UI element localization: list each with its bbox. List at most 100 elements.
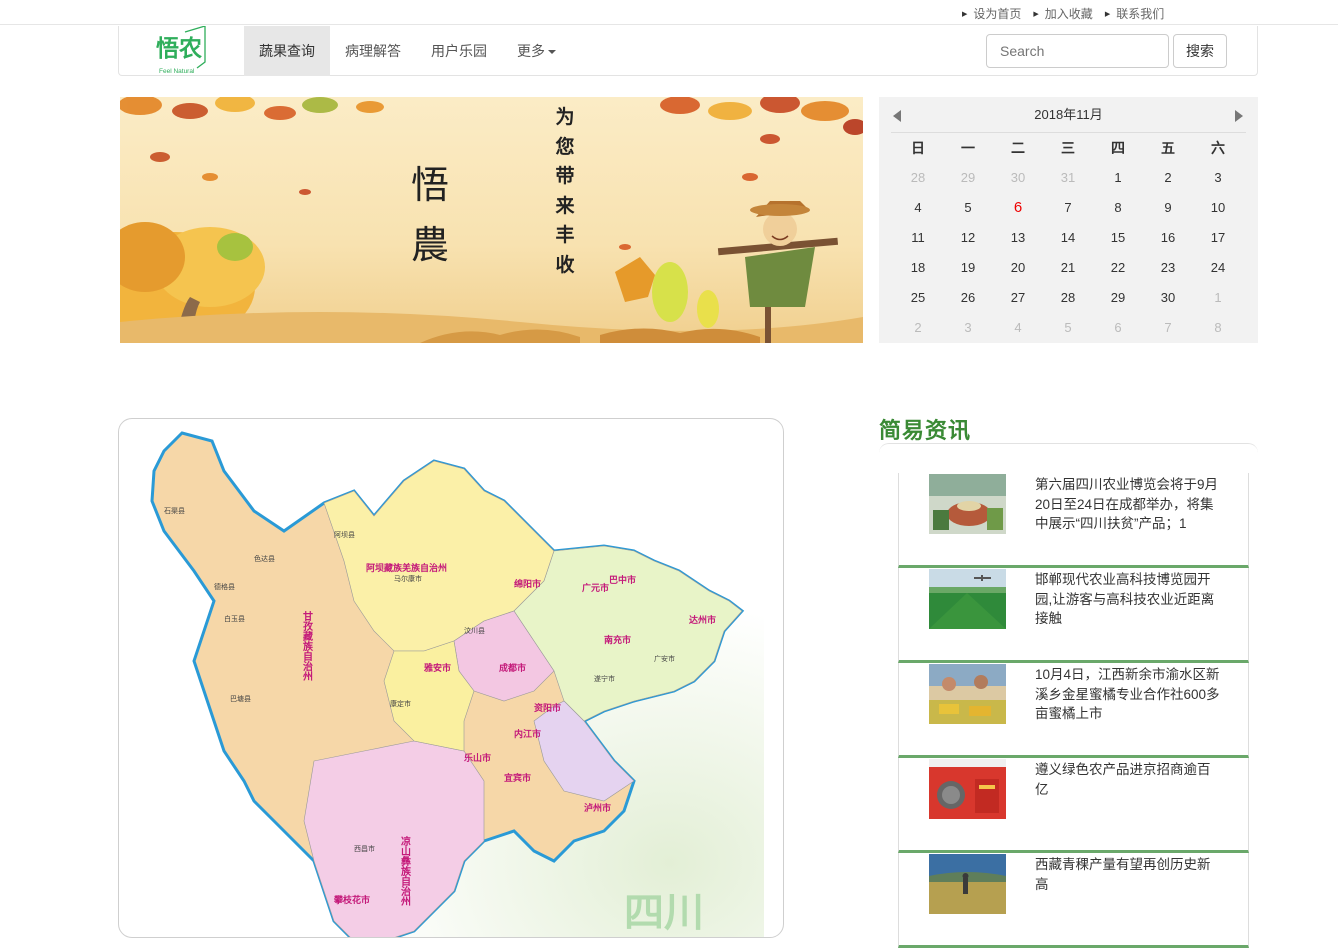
calendar-day[interactable]: 5: [1043, 313, 1093, 343]
caret-down-icon: [548, 50, 556, 55]
calendar-day[interactable]: 27: [993, 283, 1043, 313]
calendar-day[interactable]: 24: [1193, 253, 1243, 283]
news-thumbnail[interactable]: [929, 664, 1006, 724]
news-list: 第六届四川农业博览会将于9月20日至24日在成都举办，将集中展示“四川扶贫”产品…: [898, 473, 1249, 948]
svg-text:悟农: 悟农: [156, 35, 202, 62]
calendar-day[interactable]: 12: [943, 223, 993, 253]
calendar-day[interactable]: 22: [1093, 253, 1143, 283]
calendar-day[interactable]: 29: [1093, 283, 1143, 313]
search-input[interactable]: [986, 34, 1169, 68]
triangle-icon: ▶: [962, 11, 968, 18]
calendar-day[interactable]: 13: [993, 223, 1043, 253]
svg-text:康定市: 康定市: [390, 699, 411, 708]
svg-text:石渠县: 石渠县: [164, 506, 185, 515]
main-nav: 蔬果查询 病理解答 用户乐园 更多: [244, 26, 571, 76]
svg-text:德格县: 德格县: [214, 582, 235, 591]
calendar-day[interactable]: 28: [893, 163, 943, 193]
calendar-day[interactable]: 5: [943, 193, 993, 223]
svg-text:Feel Natural: Feel Natural: [159, 68, 195, 75]
calendar-day[interactable]: 10: [1193, 193, 1243, 223]
svg-text:阿坝藏族羌族自治州: 阿坝藏族羌族自治州: [366, 562, 447, 574]
news-headline[interactable]: 邯郸现代农业高科技博览园开园,让游客与高科技农业近距离接触: [1035, 570, 1221, 629]
logo-graphic: 悟农 Feel Natural: [156, 25, 206, 75]
news-thumbnail[interactable]: [929, 854, 1006, 914]
news-thumbnail[interactable]: [929, 474, 1006, 534]
calendar-day[interactable]: 7: [1043, 193, 1093, 223]
news-item[interactable]: 邯郸现代农业高科技博览园开园,让游客与高科技农业近距离接触: [898, 568, 1249, 663]
search-button[interactable]: 搜索: [1173, 34, 1227, 68]
svg-text:攀枝花市: 攀枝花市: [333, 894, 370, 906]
calendar-day[interactable]: 23: [1143, 253, 1193, 283]
calendar-day[interactable]: 31: [1043, 163, 1093, 193]
news-item[interactable]: 遵义绿色农产品进京招商逾百亿: [898, 758, 1249, 853]
news-headline[interactable]: 遵义绿色农产品进京招商逾百亿: [1035, 760, 1221, 799]
nav-item-pathology-answers[interactable]: 病理解答: [330, 26, 416, 76]
calendar-day[interactable]: 30: [993, 163, 1043, 193]
calendar-widget: 2018年11月 日一二三四五六 28 29 30 31 1 2 3 4 5 6 7 8 9 10 11 12 1…: [879, 97, 1258, 343]
svg-text:宜宾市: 宜宾市: [504, 772, 531, 784]
calendar-day[interactable]: 17: [1193, 223, 1243, 253]
set-homepage-link[interactable]: ▶ 设为首页: [962, 5, 1021, 22]
calendar-day[interactable]: 26: [943, 283, 993, 313]
calendar-day[interactable]: 4: [893, 193, 943, 223]
svg-text:马尔康市: 马尔康市: [394, 574, 422, 583]
calendar-day[interactable]: 28: [1043, 283, 1093, 313]
svg-text:阿坝县: 阿坝县: [334, 530, 355, 539]
next-month-arrow-icon[interactable]: [1235, 110, 1243, 122]
calendar-day[interactable]: 25: [893, 283, 943, 313]
news-headline[interactable]: 10月4日，江西新余市渝水区新溪乡金星蜜橘专业合作社600多亩蜜橘上市: [1035, 665, 1221, 724]
svg-text:南充市: 南充市: [604, 634, 631, 646]
calendar-day[interactable]: 3: [1193, 163, 1243, 193]
svg-text:广元市: 广元市: [582, 582, 609, 594]
calendar-day[interactable]: 11: [893, 223, 943, 253]
calendar-day[interactable]: 1: [1093, 163, 1143, 193]
contact-us-link[interactable]: ▶ 联系我们: [1105, 5, 1164, 22]
news-headline[interactable]: 第六届四川农业博览会将于9月20日至24日在成都举办，将集中展示“四川扶贫”产品…: [1035, 475, 1221, 534]
svg-text:绵阳市: 绵阳市: [514, 578, 541, 590]
svg-text:遂宁市: 遂宁市: [594, 674, 615, 683]
top-links: ▶ 设为首页 ▶ 加入收藏 ▶ 联系我们: [962, 5, 1164, 22]
calendar-day-today[interactable]: 6: [993, 193, 1043, 223]
site-logo[interactable]: 悟农 Feel Natural: [153, 25, 213, 76]
news-item[interactable]: 10月4日，江西新余市渝水区新溪乡金星蜜橘专业合作社600多亩蜜橘上市: [898, 663, 1249, 758]
news-thumbnail[interactable]: [929, 759, 1006, 819]
calendar-day[interactable]: 21: [1043, 253, 1093, 283]
news-item[interactable]: 西藏青稞产量有望再创历史新高: [898, 853, 1249, 948]
news-thumbnail[interactable]: [929, 569, 1006, 629]
svg-text:巴塘县: 巴塘县: [230, 694, 251, 703]
calendar-day[interactable]: 20: [993, 253, 1043, 283]
svg-text:达州市: 达州市: [689, 614, 716, 626]
calendar-day[interactable]: 30: [1143, 283, 1193, 313]
nav-item-user-park[interactable]: 用户乐园: [416, 26, 502, 76]
calendar-day[interactable]: 29: [943, 163, 993, 193]
calendar-day[interactable]: 15: [1093, 223, 1143, 253]
news-item[interactable]: 第六届四川农业博览会将于9月20日至24日在成都举办，将集中展示“四川扶贫”产品…: [898, 473, 1249, 568]
nav-item-more-dropdown[interactable]: 更多: [502, 26, 571, 76]
calendar-day[interactable]: 2: [893, 313, 943, 343]
calendar-day[interactable]: 7: [1143, 313, 1193, 343]
calendar-day[interactable]: 8: [1193, 313, 1243, 343]
news-headline[interactable]: 西藏青稞产量有望再创历史新高: [1035, 855, 1221, 894]
prev-month-arrow-icon[interactable]: [893, 110, 901, 122]
svg-text:色达县: 色达县: [254, 554, 275, 563]
banner-vertical-slogan: 为您带来丰收: [555, 106, 575, 276]
nav-item-produce-query[interactable]: 蔬果查询: [244, 26, 330, 76]
calendar-day[interactable]: 6: [1093, 313, 1143, 343]
calendar-day[interactable]: 16: [1143, 223, 1193, 253]
calendar-day[interactable]: 1: [1193, 283, 1243, 313]
calendar-weekday-header: 四: [1111, 140, 1125, 156]
calendar-day[interactable]: 2: [1143, 163, 1193, 193]
calendar-day[interactable]: 9: [1143, 193, 1193, 223]
sichuan-map-panel: 阿坝藏族羌族自治州 绵阳市 巴中市 达州市 广元市 南充市 成都市 资阳市 内江…: [118, 418, 784, 938]
sichuan-map-image[interactable]: 阿坝藏族羌族自治州 绵阳市 巴中市 达州市 广元市 南充市 成都市 资阳市 内江…: [134, 421, 764, 938]
calendar-day[interactable]: 14: [1043, 223, 1093, 253]
svg-text:西昌市: 西昌市: [354, 844, 375, 853]
calendar-day[interactable]: 8: [1093, 193, 1143, 223]
calendar-day[interactable]: 19: [943, 253, 993, 283]
calendar-day[interactable]: 18: [893, 253, 943, 283]
svg-text:资阳市: 资阳市: [534, 702, 561, 714]
add-favorite-link[interactable]: ▶ 加入收藏: [1033, 5, 1092, 22]
calendar-weekday-header: 一: [961, 140, 975, 156]
calendar-day[interactable]: 3: [943, 313, 993, 343]
calendar-day[interactable]: 4: [993, 313, 1043, 343]
